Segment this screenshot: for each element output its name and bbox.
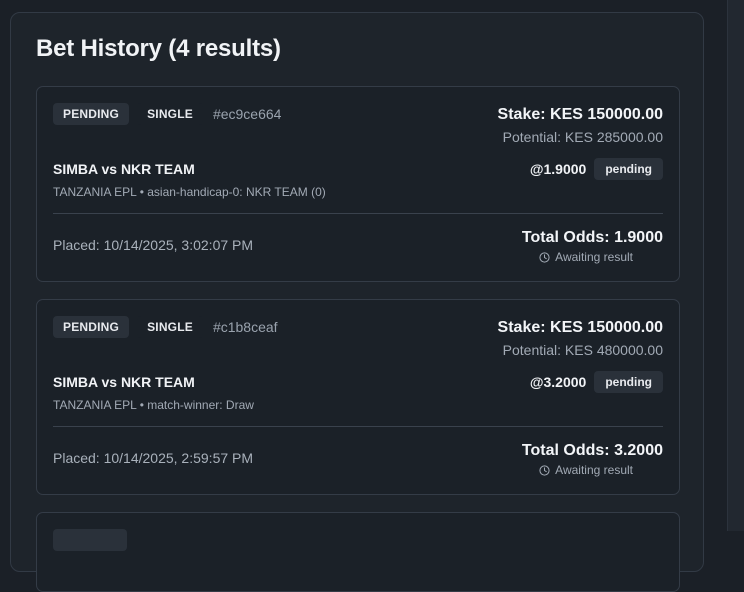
stake-amount: Stake: KES 150000.00 xyxy=(497,319,663,336)
bet-card[interactable] xyxy=(36,512,680,592)
status-badge xyxy=(53,529,127,551)
bet-card-header: PENDING SINGLE #ec9ce664 xyxy=(53,103,281,125)
stake-amount: Stake: KES 150000.00 xyxy=(497,106,663,123)
potential-payout: Potential: KES 480000.00 xyxy=(502,342,663,358)
divider xyxy=(53,426,663,427)
clock-icon xyxy=(539,251,550,263)
leg-status-badge: pending xyxy=(594,158,663,180)
leg-odds: @3.2000 xyxy=(529,374,587,390)
bet-card-header: PENDING SINGLE #c1b8ceaf xyxy=(53,316,278,338)
leg-odds: @1.9000 xyxy=(529,161,587,177)
status-badge: PENDING xyxy=(53,316,130,338)
divider xyxy=(53,213,663,214)
leg-odds-row: @3.2000 pending xyxy=(530,371,663,393)
potential-payout: Potential: KES 285000.00 xyxy=(502,129,663,145)
selection-detail: TANZANIA EPL • asian-handicap-0: NKR TEA… xyxy=(53,185,326,199)
page-title: Bet History (4 results) xyxy=(36,35,281,62)
placed-timestamp: Placed: 10/14/2025, 3:02:07 PM xyxy=(53,237,254,253)
bet-card[interactable]: PENDING SINGLE #c1b8ceaf Stake: KES 1500… xyxy=(36,299,680,495)
scrollbar-track[interactable] xyxy=(727,0,744,531)
bet-type-badge: SINGLE xyxy=(137,316,203,338)
leg-status-badge: pending xyxy=(594,371,663,393)
leg-odds-row: @1.9000 pending xyxy=(530,158,663,180)
result-status: Awaiting result xyxy=(539,463,633,477)
placed-timestamp: Placed: 10/14/2025, 2:59:57 PM xyxy=(53,450,254,466)
total-odds: Total Odds: 1.9000 xyxy=(521,229,663,246)
result-status-label: Awaiting result xyxy=(555,463,633,477)
match-name: SIMBA vs NKR TEAM xyxy=(53,374,195,390)
bet-id: #ec9ce664 xyxy=(212,106,282,122)
bet-card[interactable]: PENDING SINGLE #ec9ce664 Stake: KES 1500… xyxy=(36,86,680,282)
match-name: SIMBA vs NKR TEAM xyxy=(53,161,195,177)
total-odds: Total Odds: 3.2000 xyxy=(521,442,663,459)
result-status-label: Awaiting result xyxy=(555,250,633,264)
bet-id: #c1b8ceaf xyxy=(212,319,278,335)
result-status: Awaiting result xyxy=(539,250,633,264)
bet-history-panel: Bet History (4 results) PENDING SINGLE #… xyxy=(10,12,704,592)
bet-type-badge: SINGLE xyxy=(137,103,203,125)
clock-icon xyxy=(539,464,550,476)
status-badge: PENDING xyxy=(53,103,130,125)
selection-detail: TANZANIA EPL • match-winner: Draw xyxy=(53,398,254,412)
